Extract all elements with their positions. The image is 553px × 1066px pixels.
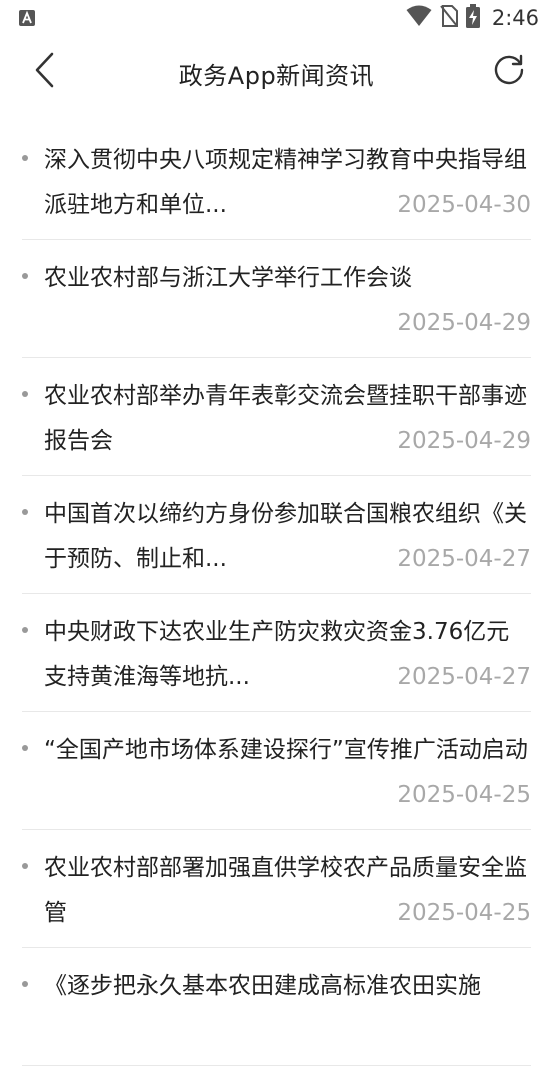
news-item[interactable]: 深入贯彻中央八项规定精神学习教育中央指导组派驻地方和单位... 2025-04-… (22, 122, 531, 240)
news-item[interactable]: 《逐步把永久基本农田建成高标准农田实施 (22, 948, 531, 1066)
app-bar: 政务App新闻资讯 (0, 36, 553, 108)
bullet-dot (22, 273, 28, 279)
status-bar: 2:46 (0, 0, 553, 36)
bullet-dot (22, 745, 28, 751)
news-date: 2025-04-29 (387, 301, 531, 346)
no-sim-icon (440, 5, 458, 31)
page-title: 政务App新闻资讯 (178, 62, 375, 90)
news-item[interactable]: “全国产地市场体系建设探行”宣传推广活动启动 2025-04-25 (22, 712, 531, 830)
news-title: 《逐步把永久基本农田建成高标准农田实施 (44, 973, 481, 999)
refresh-button[interactable] (489, 52, 529, 92)
news-item[interactable]: 农业农村部与浙江大学举行工作会谈 2025-04-29 (22, 240, 531, 358)
bullet-dot (22, 391, 28, 397)
news-date: 2025-04-27 (387, 655, 531, 700)
bullet-dot (22, 981, 28, 987)
a-notification-icon (18, 9, 36, 27)
refresh-icon (492, 53, 526, 91)
news-list: 深入贯彻中央八项规定精神学习教育中央指导组派驻地方和单位... 2025-04-… (0, 122, 553, 1066)
news-date: 2025-04-25 (387, 891, 531, 936)
news-item[interactable]: 中央财政下达农业生产防灾救灾资金3.76亿元 支持黄淮海等地抗... 2025-… (22, 594, 531, 712)
news-date: 2025-04-25 (387, 773, 531, 818)
news-title: 农业农村部与浙江大学举行工作会谈 (44, 265, 412, 291)
status-time: 2:46 (491, 6, 539, 30)
news-date: 2025-04-29 (387, 419, 531, 464)
bullet-dot (22, 509, 28, 515)
battery-charging-icon (465, 4, 480, 32)
news-date: 2025-04-27 (387, 537, 531, 582)
bullet-dot (22, 863, 28, 869)
news-date: 2025-04-30 (387, 183, 531, 228)
news-item[interactable]: 农业农村部部署加强直供学校农产品质量安全监管 2025-04-25 (22, 830, 531, 948)
bullet-dot (22, 155, 28, 161)
news-title: “全国产地市场体系建设探行”宣传推广活动启动 (44, 737, 528, 763)
wifi-icon (406, 5, 432, 31)
news-item[interactable]: 中国首次以缔约方身份参加联合国粮农组织《关于预防、制止和... 2025-04-… (22, 476, 531, 594)
news-item[interactable]: 农业农村部举办青年表彰交流会暨挂职干部事迹报告会 2025-04-29 (22, 358, 531, 476)
bullet-dot (22, 627, 28, 633)
